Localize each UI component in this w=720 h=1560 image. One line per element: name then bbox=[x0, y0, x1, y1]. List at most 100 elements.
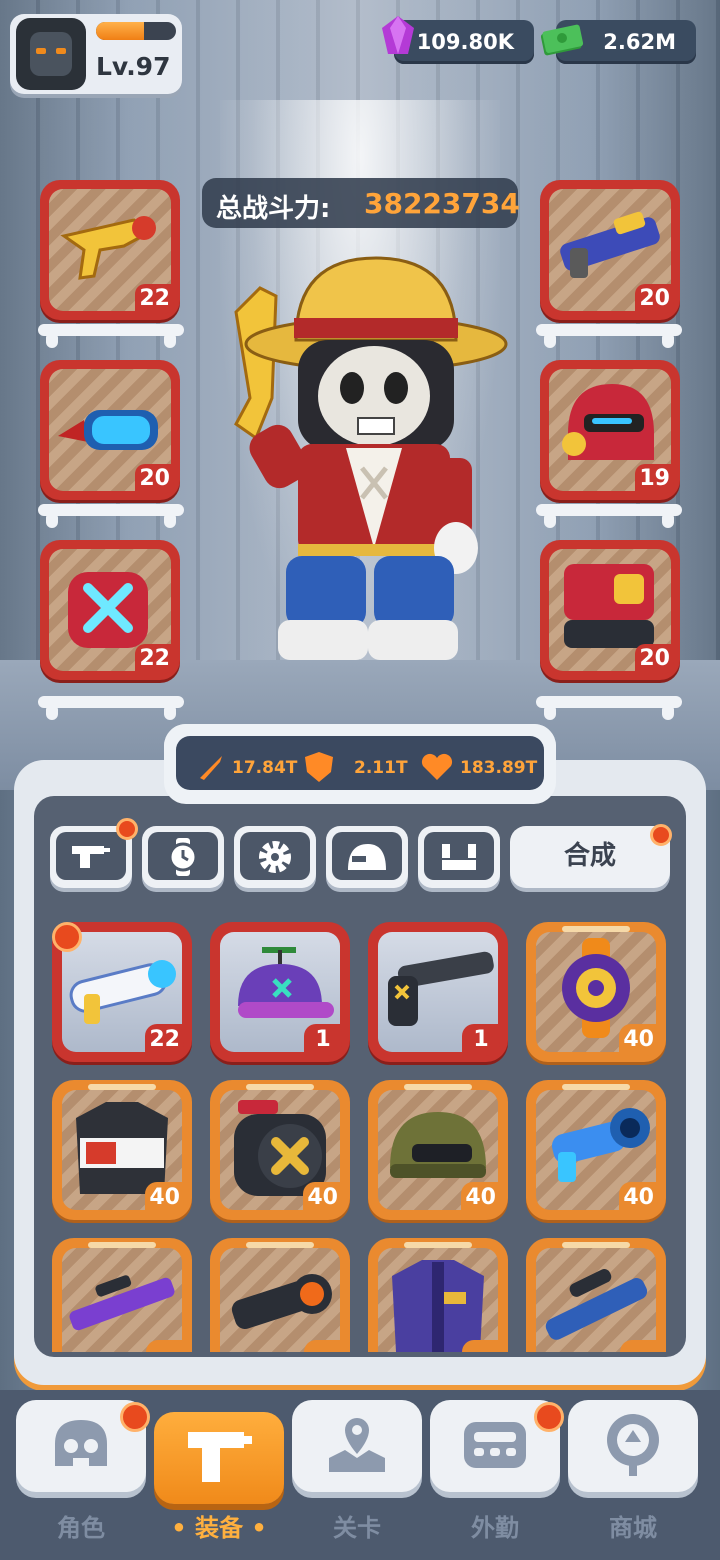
defense-icon-front bbox=[305, 752, 333, 782]
inventory-item[interactable] bbox=[526, 1238, 666, 1352]
notification-dot bbox=[650, 824, 672, 846]
inventory-item[interactable]: 1 bbox=[210, 922, 350, 1062]
cash-amount: 2.62M bbox=[603, 30, 676, 54]
notification-dot bbox=[120, 1402, 150, 1432]
equip-slot-armor[interactable]: 22 bbox=[40, 540, 180, 680]
nav-equipment[interactable] bbox=[154, 1412, 284, 1504]
nav-label-shop: 商城 bbox=[609, 1514, 657, 1542]
equip-slot-rifle[interactable]: 20 bbox=[540, 180, 680, 320]
nav-label-character: 角色 bbox=[57, 1514, 105, 1542]
gem-counter[interactable]: 109.80K bbox=[382, 16, 534, 64]
armor-vest-icon bbox=[68, 572, 148, 648]
armor-icon bbox=[442, 844, 476, 870]
slot-level: 22 bbox=[135, 644, 174, 674]
gun-icon bbox=[72, 846, 110, 868]
nav-shop[interactable] bbox=[568, 1400, 698, 1492]
avatar-eye bbox=[56, 48, 66, 54]
purple-jacket-icon bbox=[392, 1260, 484, 1352]
xp-fill bbox=[96, 22, 144, 40]
nav-levels[interactable] bbox=[292, 1400, 422, 1492]
item-level: 40 bbox=[619, 1182, 658, 1214]
merge-button[interactable]: 合成 bbox=[510, 826, 670, 888]
inventory-item[interactable]: 40 bbox=[526, 922, 666, 1062]
player-level: Lv.97 bbox=[96, 52, 171, 81]
attack-value-front: 17.84T bbox=[232, 758, 298, 778]
item-level: 40 bbox=[619, 1024, 658, 1056]
gear-icon bbox=[259, 841, 291, 873]
item-level: 1 bbox=[304, 1024, 342, 1056]
tab-helmet[interactable] bbox=[326, 826, 408, 888]
item-level bbox=[146, 1340, 184, 1352]
slot-level: 20 bbox=[135, 464, 174, 494]
equip-slot-helmet[interactable]: 19 bbox=[540, 360, 680, 500]
military-helmet-icon bbox=[390, 1112, 486, 1178]
player-card[interactable]: Lv.97 bbox=[10, 14, 182, 94]
tab-boots[interactable] bbox=[418, 826, 500, 888]
slot-level: 20 bbox=[635, 644, 674, 674]
inventory-grid: 22 1 1 40 40 40 40 40 bbox=[34, 912, 686, 1352]
inventory-item[interactable] bbox=[210, 1238, 350, 1352]
health-icon-front bbox=[421, 753, 453, 780]
power-value: 38223734 bbox=[364, 187, 520, 220]
shelf bbox=[38, 324, 184, 348]
nav-label-equipment: • 装备 • bbox=[171, 1514, 267, 1542]
equip-slot-weapon[interactable]: 22 bbox=[40, 180, 180, 320]
item-level: 1 bbox=[462, 1024, 500, 1056]
player-avatar[interactable] bbox=[16, 18, 86, 90]
item-level: 40 bbox=[303, 1182, 342, 1214]
shelf bbox=[38, 696, 184, 720]
shelf bbox=[536, 324, 682, 348]
cash-counter[interactable]: 2.62M bbox=[540, 20, 696, 64]
attack-icon-front bbox=[200, 756, 222, 780]
shelf bbox=[536, 696, 682, 720]
controller-icon bbox=[464, 1422, 526, 1468]
tab-watch[interactable] bbox=[142, 826, 224, 888]
tab-gadget[interactable] bbox=[234, 826, 316, 888]
gun-icon bbox=[188, 1432, 252, 1482]
slot-level: 19 bbox=[635, 464, 674, 494]
inventory-item[interactable]: 40 bbox=[52, 1080, 192, 1220]
inventory-item[interactable] bbox=[368, 1238, 508, 1352]
helmet-icon bbox=[348, 844, 386, 870]
item-level: 22 bbox=[145, 1024, 184, 1056]
nav-label-levels: 关卡 bbox=[333, 1514, 381, 1542]
skull-icon bbox=[55, 1420, 107, 1466]
slot-level: 20 bbox=[635, 284, 674, 314]
slot-level: 22 bbox=[135, 284, 174, 314]
map-icon bbox=[329, 1418, 385, 1472]
gem-amount: 109.80K bbox=[416, 30, 514, 54]
laser-pistol-icon bbox=[69, 960, 176, 1024]
inventory-item[interactable]: 1 bbox=[368, 922, 508, 1062]
watch-icon bbox=[168, 838, 198, 876]
propeller-cap-icon bbox=[238, 947, 334, 1018]
red-boots-icon bbox=[564, 564, 654, 648]
inventory-item[interactable]: 40 bbox=[368, 1080, 508, 1220]
nav-label-field: 外勤 bbox=[471, 1514, 519, 1542]
avatar-eye bbox=[36, 48, 46, 54]
inventory-item[interactable] bbox=[52, 1238, 192, 1352]
shelf bbox=[38, 504, 184, 528]
gem-icon bbox=[382, 16, 414, 54]
purple-watch-icon bbox=[562, 938, 630, 1038]
item-level bbox=[304, 1340, 342, 1352]
item-level: 40 bbox=[145, 1182, 184, 1214]
total-power: 总战斗力: 38223734 bbox=[202, 178, 520, 228]
cash-icon bbox=[540, 24, 584, 56]
shotgun-icon bbox=[388, 951, 494, 1026]
item-level bbox=[620, 1340, 658, 1352]
sniper-rifle-icon bbox=[69, 1275, 175, 1331]
notification-dot bbox=[534, 1402, 564, 1432]
defense-value-front: 2.11T bbox=[354, 758, 408, 778]
inventory-item[interactable]: 40 bbox=[526, 1080, 666, 1220]
equip-slot-goggles[interactable]: 20 bbox=[40, 360, 180, 500]
player-character[interactable] bbox=[216, 248, 516, 668]
item-level: 40 bbox=[461, 1182, 500, 1214]
notification-dot bbox=[116, 818, 138, 840]
scope-icon bbox=[231, 1274, 332, 1330]
health-value-front: 183.89T bbox=[460, 758, 538, 778]
item-level bbox=[462, 1340, 500, 1352]
equip-slot-boots[interactable]: 20 bbox=[540, 540, 680, 680]
inventory-item[interactable]: 40 bbox=[210, 1080, 350, 1220]
xp-bar bbox=[96, 22, 176, 40]
golden-revolver-icon bbox=[60, 216, 156, 280]
